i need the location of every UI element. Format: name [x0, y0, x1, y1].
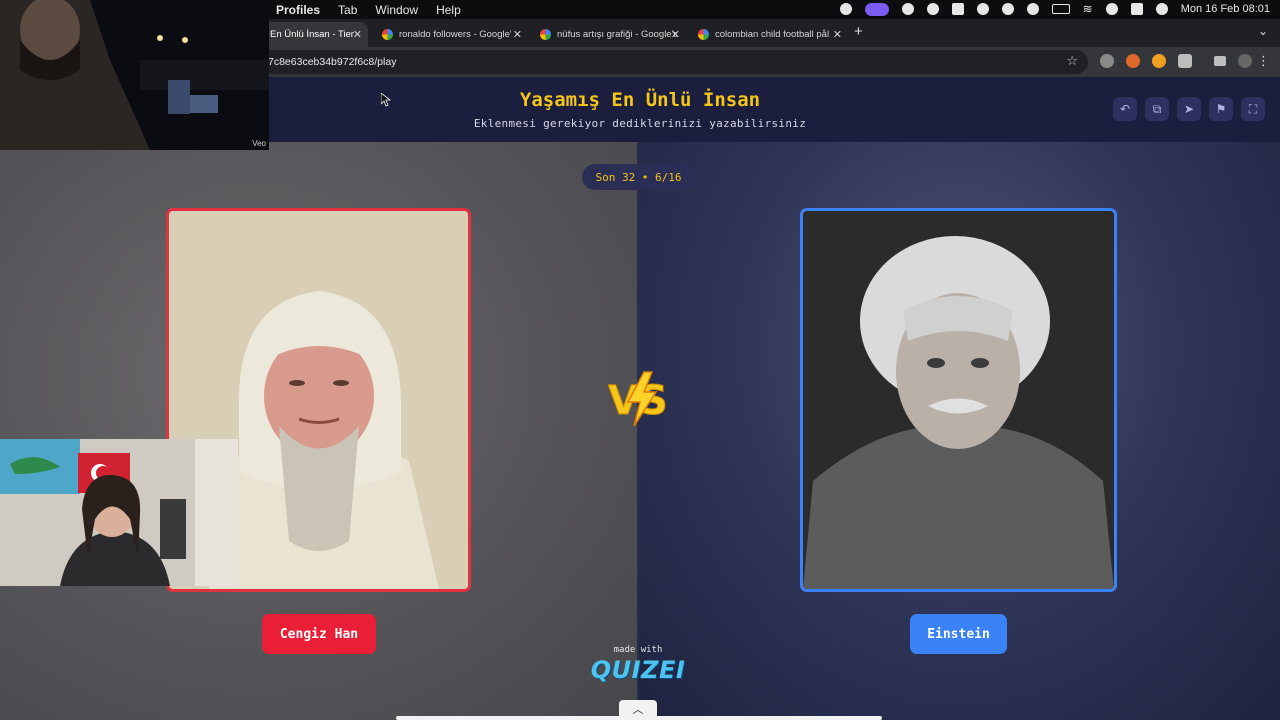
kebab-menu-icon[interactable]: ⋮	[1257, 53, 1270, 69]
tab-search-icon[interactable]: ⌄	[1258, 24, 1268, 38]
webcam-overlay-driver: Veo	[0, 0, 269, 150]
url-text: 7c8e63ceb34b972f6c8/play	[268, 56, 397, 68]
app-menus: Profiles Tab Window Help	[276, 3, 461, 17]
menu-window[interactable]: Window	[375, 3, 418, 17]
screen-record-icon[interactable]	[864, 2, 889, 16]
wifi-icon[interactable]: ≋	[1083, 2, 1093, 16]
extension-icon[interactable]	[1152, 54, 1166, 68]
address-bar[interactable]: 7c8e63ceb34b972f6c8/play ☆	[258, 50, 1088, 74]
webcam-image	[0, 0, 269, 150]
spotify-icon[interactable]	[926, 3, 939, 15]
bottom-bar	[396, 716, 882, 720]
quizei-logo[interactable]: QUIZEI	[590, 656, 686, 684]
flag-icon[interactable]: ⚑	[1209, 97, 1233, 121]
control-center-icon[interactable]	[1130, 3, 1143, 15]
tab-title: En Ünlü İnsan - Tier	[270, 29, 354, 40]
round-badge: Son 32 • 6/16	[582, 164, 695, 190]
fullscreen-icon[interactable]: ⛶	[1241, 97, 1265, 121]
siri-icon[interactable]	[1155, 3, 1168, 15]
choose-right-button[interactable]: Einstein	[910, 614, 1007, 654]
bookmark-star-icon[interactable]: ☆	[1066, 53, 1078, 69]
circle-icon[interactable]	[901, 3, 914, 15]
close-icon[interactable]: ✕	[671, 28, 680, 41]
tab-colombian[interactable]: colombian child football påla ✕	[690, 22, 848, 47]
quiz-page: Yaşamış En Ünlü İnsan Eklenmesi gerekiyo…	[0, 77, 1280, 720]
made-with-label: made with	[613, 645, 663, 655]
choose-left-button[interactable]: Cengiz Han	[262, 614, 376, 654]
extension-icon[interactable]	[1100, 54, 1114, 68]
headphones-icon[interactable]	[1026, 3, 1039, 15]
google-icon	[382, 29, 393, 40]
tab-active[interactable]: En Ünlü İnsan - Tier ✕	[262, 22, 368, 47]
extensions	[1100, 54, 1252, 68]
puzzle-icon[interactable]	[1178, 54, 1192, 68]
menu-profiles[interactable]: Profiles	[276, 3, 320, 17]
menu-tab[interactable]: Tab	[338, 3, 357, 17]
search-icon[interactable]	[1105, 3, 1118, 15]
right-choice-card[interactable]	[800, 208, 1117, 592]
send-icon[interactable]: ➤	[1177, 97, 1201, 121]
webcam-overlay-streamer	[0, 439, 238, 586]
media-icon[interactable]	[1214, 56, 1226, 66]
mouse-cursor-icon	[381, 93, 391, 107]
clock-icon[interactable]	[976, 3, 989, 15]
copy-icon[interactable]: ⧉	[1145, 97, 1169, 121]
status-area: ≋ Mon 16 Feb 08:01	[839, 2, 1270, 16]
tab-title: colombian child football påla	[715, 29, 829, 40]
portrait-image	[803, 211, 1114, 589]
undo-icon[interactable]: ↶	[1113, 97, 1137, 121]
menubar-clock[interactable]: Mon 16 Feb 08:01	[1181, 3, 1270, 15]
webcam-tag: Veo	[252, 139, 266, 148]
new-tab-icon[interactable]: +	[854, 23, 863, 40]
play-icon[interactable]	[1001, 3, 1014, 15]
tab-title: nüfus artışı grafiği - Google'da	[557, 29, 677, 40]
close-icon[interactable]: ✕	[353, 28, 362, 41]
google-icon	[540, 29, 551, 40]
profile-avatar-icon[interactable]	[1238, 54, 1252, 68]
tab-title: ronaldo followers - Google'da	[399, 29, 511, 40]
menu-help[interactable]: Help	[436, 3, 461, 17]
shield-icon[interactable]	[839, 3, 852, 15]
feather-icon[interactable]	[951, 3, 964, 15]
center-divider	[637, 142, 639, 720]
google-icon	[698, 29, 709, 40]
close-icon[interactable]: ✕	[513, 28, 522, 41]
close-icon[interactable]: ✕	[833, 28, 842, 41]
tab-nufus[interactable]: nüfus artışı grafiği - Google'da ✕	[532, 22, 686, 47]
webcam-image	[0, 439, 238, 586]
tab-ronaldo[interactable]: ronaldo followers - Google'da ✕	[374, 22, 528, 47]
extension-icon[interactable]	[1126, 54, 1140, 68]
header-actions: ↶ ⧉ ➤ ⚑ ⛶	[1113, 97, 1265, 121]
battery-icon[interactable]	[1051, 4, 1070, 14]
vs-lightning-icon: VS	[608, 371, 668, 427]
